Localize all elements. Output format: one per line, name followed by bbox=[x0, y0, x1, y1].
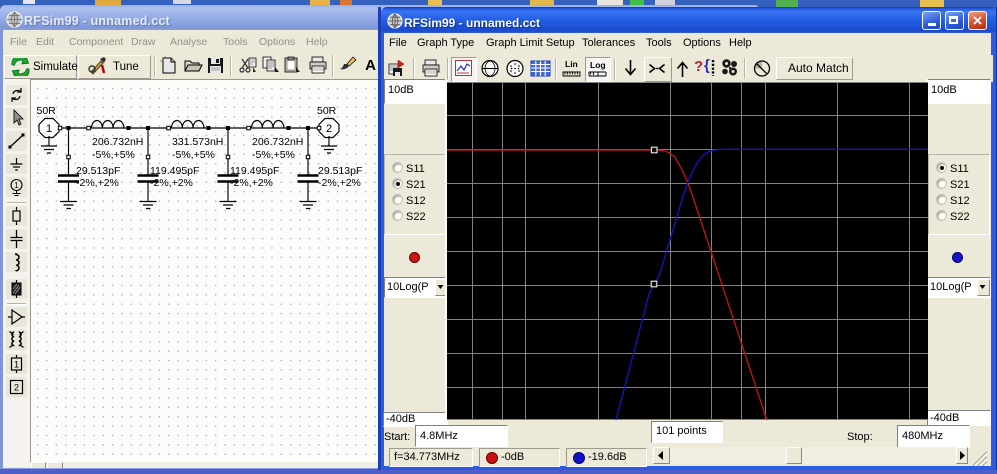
svg-text:1: 1 bbox=[14, 360, 19, 370]
svg-text:Log: Log bbox=[590, 60, 606, 70]
svg-text:1: 1 bbox=[14, 181, 19, 190]
svg-text:Lin: Lin bbox=[565, 59, 578, 69]
svg-text:2: 2 bbox=[14, 382, 19, 392]
svg-text:1: 1 bbox=[46, 123, 52, 135]
svg-text:2: 2 bbox=[326, 123, 332, 135]
